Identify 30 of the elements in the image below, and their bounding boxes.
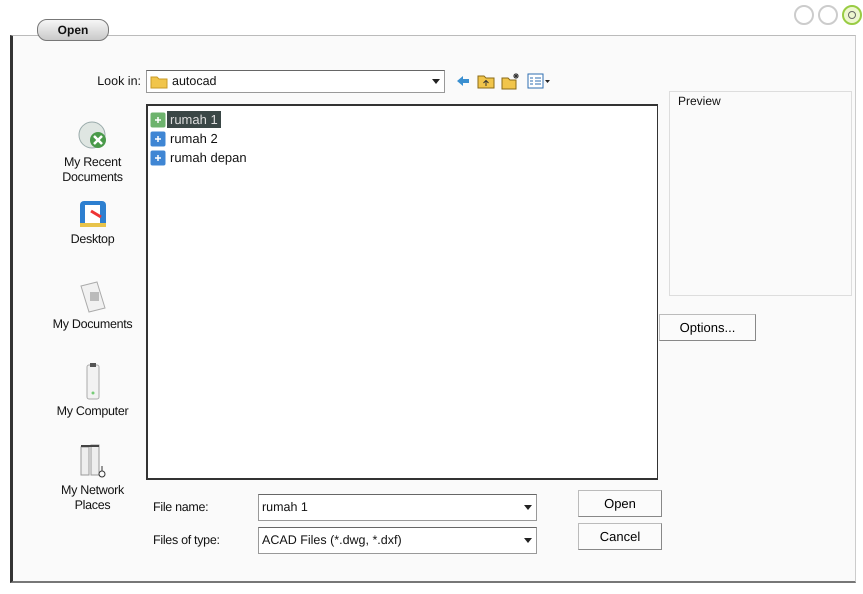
file-name-label: File name: <box>153 500 210 514</box>
file-name[interactable]: rumah depan <box>167 149 250 166</box>
up-folder-icon[interactable] <box>477 73 495 89</box>
view-menu-icon[interactable] <box>527 73 551 89</box>
options-button[interactable]: Options... <box>659 314 756 341</box>
file-icon <box>150 150 166 166</box>
window-title: Open <box>37 19 109 41</box>
desktop-icon <box>78 199 108 229</box>
network-icon <box>78 442 108 480</box>
file-name[interactable]: rumah 1 <box>167 111 221 128</box>
folder-icon <box>150 74 168 88</box>
new-folder-icon[interactable] <box>501 72 521 90</box>
place-label[interactable]: My Recent Documents <box>52 155 132 185</box>
look-in-dropdown[interactable]: autocad <box>146 70 445 92</box>
place-label[interactable]: My Computer <box>52 404 132 419</box>
file-icon <box>150 112 166 128</box>
help-button-icon[interactable] <box>841 4 863 26</box>
look-in-label: Look in: <box>96 73 141 90</box>
preview-label: Preview <box>678 94 721 108</box>
open-button[interactable]: Open <box>578 490 662 517</box>
cancel-button[interactable]: Cancel <box>578 523 662 550</box>
file-type-dropdown[interactable]: ACAD Files (*.dwg, *.dxf) <box>258 526 537 554</box>
file-name-field[interactable]: rumah 1 <box>258 494 537 520</box>
file-icon <box>150 130 166 146</box>
place-label[interactable]: My Documents <box>52 317 132 332</box>
place-label[interactable]: Desktop <box>52 232 132 247</box>
file-name[interactable]: rumah 2 <box>167 130 221 147</box>
back-icon[interactable] <box>455 73 471 89</box>
file-type-label: Files of type: <box>153 533 221 547</box>
place-label[interactable]: My Network Places <box>52 483 132 513</box>
